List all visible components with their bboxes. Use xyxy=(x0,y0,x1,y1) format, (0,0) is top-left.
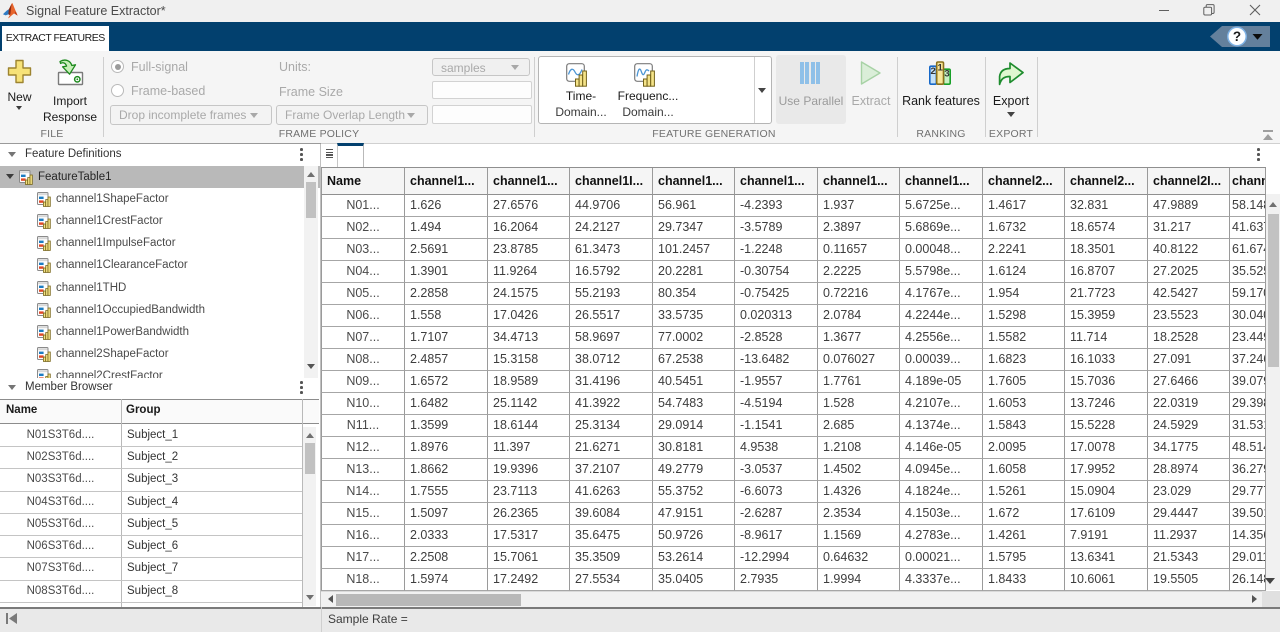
svg-text:1: 1 xyxy=(937,63,943,74)
svg-text:2: 2 xyxy=(931,66,936,77)
svg-text:3: 3 xyxy=(944,69,949,80)
svg-text:?: ? xyxy=(1233,29,1241,44)
